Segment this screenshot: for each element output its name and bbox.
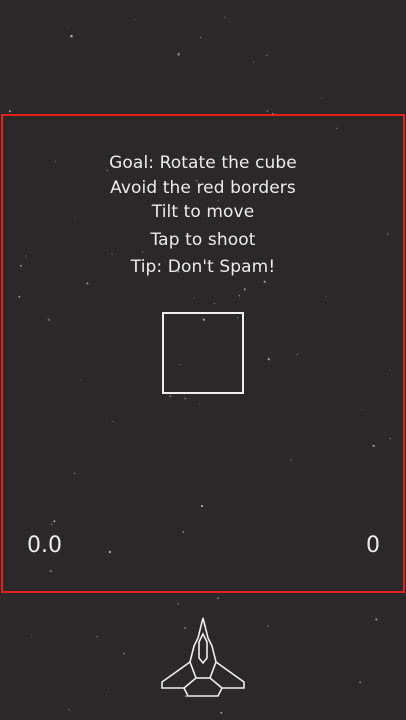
star xyxy=(359,681,361,684)
instruction-tilt: Tilt to move xyxy=(151,202,255,222)
star xyxy=(375,618,378,621)
star xyxy=(123,652,125,655)
ship-cockpit xyxy=(198,632,208,665)
cube-icon[interactable] xyxy=(162,312,244,394)
star xyxy=(216,596,220,600)
star xyxy=(199,36,202,39)
score-readout: 0 xyxy=(366,533,380,558)
instruction-goal: Goal: Rotate the cube xyxy=(109,153,297,173)
instruction-tap: Tap to shoot xyxy=(150,229,256,250)
star xyxy=(107,688,109,690)
spaceship-icon[interactable] xyxy=(160,616,246,700)
star xyxy=(70,34,73,38)
star xyxy=(68,26,69,28)
star xyxy=(320,97,322,99)
star xyxy=(252,61,255,63)
instruction-tip: Tip: Don't Spam! xyxy=(130,257,276,277)
star xyxy=(177,602,180,605)
star xyxy=(30,633,32,635)
ship-hull xyxy=(161,617,245,697)
star xyxy=(8,110,11,113)
timer-readout: 0.0 xyxy=(27,533,62,558)
star xyxy=(68,708,70,711)
instruction-avoid: Avoid the red borders xyxy=(110,177,296,198)
star xyxy=(224,16,226,18)
star xyxy=(133,19,135,21)
star xyxy=(266,54,268,56)
star xyxy=(267,625,269,627)
instructions-panel: Goal: Rotate the cube Avoid the red bord… xyxy=(0,151,406,280)
star xyxy=(220,711,223,714)
star xyxy=(96,635,98,638)
star xyxy=(177,53,180,56)
star xyxy=(266,109,269,113)
